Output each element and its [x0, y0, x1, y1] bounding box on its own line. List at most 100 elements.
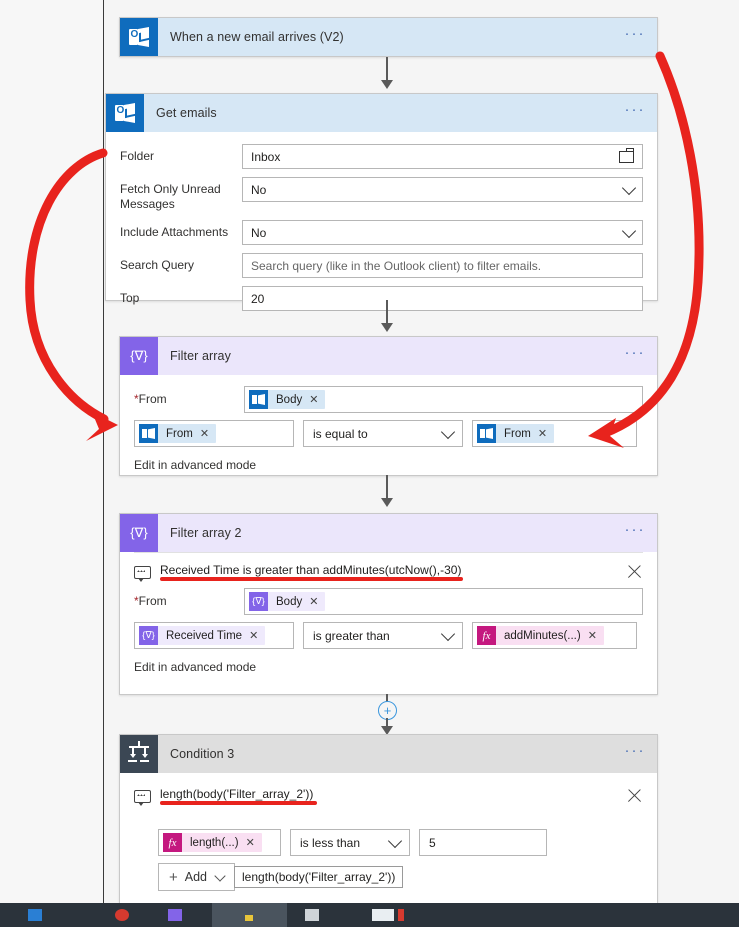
condition-3-left-token[interactable]: fx length(...) ✕ — [158, 829, 281, 856]
card-filter-array-menu-button[interactable]: ··· — [613, 345, 657, 364]
filter-array-advanced-mode-link[interactable]: Edit in advanced mode — [134, 458, 643, 472]
token-remove-icon[interactable]: ✕ — [538, 427, 554, 440]
taskbar-icon-2[interactable] — [115, 909, 129, 921]
filter-array-2-comment-row[interactable]: Received Time is greater than addMinutes… — [134, 559, 643, 582]
token-addminutes[interactable]: fx addMinutes(...) ✕ — [477, 626, 604, 645]
field-folder[interactable]: Folder Inbox — [120, 144, 643, 169]
token-from-left[interactable]: From ✕ — [139, 424, 217, 443]
filter-array-icon: {∇} — [120, 337, 158, 375]
token-body[interactable]: Body ✕ — [249, 390, 326, 409]
field-include-attachments-label: Include Attachments — [120, 225, 229, 239]
chevron-down-icon[interactable] — [387, 833, 403, 848]
token-remove-icon[interactable]: ✕ — [246, 836, 262, 849]
comment-icon — [134, 790, 151, 806]
field-top-label: Top — [120, 291, 140, 305]
taskbar-icon-6[interactable] — [372, 909, 394, 921]
chevron-down-icon[interactable] — [214, 869, 226, 882]
taskbar-icon-1[interactable] — [28, 909, 42, 921]
filter-array-condition-row[interactable]: From ✕ is equal to From ✕ — [134, 420, 643, 447]
field-top[interactable]: Top 20 — [120, 286, 643, 311]
chevron-down-icon[interactable] — [621, 180, 637, 195]
add-button[interactable]: + Add — [158, 863, 236, 891]
connector-arrowhead — [381, 80, 393, 89]
field-search-query[interactable]: Search Query Search query (like in the O… — [120, 253, 643, 278]
field-search-query-input[interactable]: Search query (like in the Outlook client… — [242, 253, 643, 278]
card-get-emails-title: Get emails — [156, 106, 217, 120]
filter-array-2-comment-text: Received Time is greater than addMinutes… — [151, 563, 464, 581]
field-top-input[interactable]: 20 — [242, 286, 643, 311]
token-remove-icon[interactable]: ✕ — [249, 629, 265, 642]
field-from-2-token-box[interactable]: {∇} Body ✕ — [244, 588, 643, 615]
field-folder-label: Folder — [120, 149, 155, 163]
token-remove-icon[interactable]: ✕ — [309, 595, 325, 608]
condition-3-value-input[interactable]: 5 — [419, 829, 547, 856]
condition-3-comment-close-button[interactable] — [626, 787, 643, 804]
card-trigger-menu-button[interactable]: ··· — [613, 26, 657, 45]
condition-3-operator-dropdown[interactable]: is less than — [290, 829, 410, 856]
card-trigger-title: When a new email arrives (V2) — [170, 30, 344, 44]
chevron-down-icon[interactable] — [440, 424, 456, 439]
chevron-down-icon[interactable] — [440, 626, 456, 641]
card-get-emails-header[interactable]: Get emails ··· — [106, 94, 657, 132]
card-trigger-header[interactable]: When a new email arrives (V2) ··· — [120, 18, 657, 56]
card-filter-array-2[interactable]: {∇} Filter array 2 ··· Received Time is … — [119, 513, 658, 695]
card-get-emails-menu-button[interactable]: ··· — [613, 102, 657, 121]
filter-array-operator-dropdown[interactable]: is equal to — [303, 420, 463, 447]
fx-icon: fx — [163, 833, 182, 852]
card-condition-3-menu-button[interactable]: ··· — [613, 743, 657, 762]
token-body-2[interactable]: {∇} Body ✕ — [249, 592, 326, 611]
field-from-2[interactable]: *From {∇} Body ✕ — [134, 588, 643, 615]
field-from[interactable]: *From Body ✕ — [134, 386, 643, 413]
canvas-left-gutter — [0, 0, 104, 903]
field-include-attachments[interactable]: Include Attachments No — [120, 220, 643, 245]
connector-arrowhead — [381, 323, 393, 332]
token-remove-icon[interactable]: ✕ — [309, 393, 325, 406]
card-condition-3-header[interactable]: Condition 3 ··· — [120, 735, 657, 773]
card-filter-array[interactable]: {∇} Filter array ··· *From Body ✕ From ✕… — [119, 336, 658, 476]
taskbar-icon-5[interactable] — [305, 909, 319, 921]
canvas-right-gutter — [657, 0, 739, 903]
token-received-time[interactable]: {∇} Received Time ✕ — [139, 626, 266, 645]
filter-array-2-comment-close-button[interactable] — [626, 563, 643, 580]
card-filter-array-header[interactable]: {∇} Filter array ··· — [120, 337, 657, 375]
card-trigger[interactable]: When a new email arrives (V2) ··· — [119, 17, 658, 57]
field-fetch-unread[interactable]: Fetch Only Unread Messages No — [120, 177, 643, 212]
token-from-right[interactable]: From ✕ — [477, 424, 555, 443]
token-length-label: length(...) — [190, 836, 239, 849]
card-filter-array-2-menu-button[interactable]: ··· — [613, 522, 657, 541]
filter-array-2-operator-value: is greater than — [313, 628, 390, 643]
folder-icon[interactable] — [619, 147, 635, 163]
field-fetch-unread-dropdown[interactable]: No — [242, 177, 643, 202]
filter-array-right-token[interactable]: From ✕ — [472, 420, 637, 447]
card-filter-array-title: Filter array — [170, 349, 231, 363]
field-folder-input[interactable]: Inbox — [242, 144, 643, 169]
token-remove-icon[interactable]: ✕ — [200, 427, 216, 440]
condition-3-comment-row[interactable]: length(body('Filter_array_2')) — [134, 783, 643, 806]
flow-canvas[interactable]: When a new email arrives (V2) ··· Get em… — [0, 0, 739, 903]
taskbar-icon-7[interactable] — [398, 909, 404, 921]
filter-array-icon: {∇} — [249, 592, 268, 611]
condition-icon — [120, 735, 158, 773]
token-body-label: Body — [276, 393, 303, 406]
card-filter-array-2-header[interactable]: {∇} Filter array 2 ··· — [120, 514, 657, 552]
token-remove-icon[interactable]: ✕ — [588, 629, 604, 642]
filter-array-left-token[interactable]: From ✕ — [134, 420, 294, 447]
filter-array-2-advanced-mode-link[interactable]: Edit in advanced mode — [134, 660, 643, 674]
condition-3-condition-row[interactable]: fx length(...) ✕ is less than 5 — [158, 829, 643, 856]
token-length[interactable]: fx length(...) ✕ — [163, 833, 262, 852]
windows-taskbar[interactable] — [0, 903, 739, 927]
field-include-attachments-dropdown[interactable]: No — [242, 220, 643, 245]
field-fetch-unread-value: No — [251, 182, 267, 197]
condition-3-operator-value: is less than — [300, 835, 361, 850]
taskbar-icon-4[interactable] — [245, 915, 253, 921]
field-from-token-box[interactable]: Body ✕ — [244, 386, 643, 413]
chevron-down-icon[interactable] — [621, 223, 637, 238]
filter-array-2-left-token[interactable]: {∇} Received Time ✕ — [134, 622, 294, 649]
field-fetch-unread-label: Fetch Only Unread Messages — [120, 182, 221, 211]
filter-array-2-condition-row[interactable]: {∇} Received Time ✕ is greater than fx a… — [134, 622, 643, 649]
filter-array-2-operator-dropdown[interactable]: is greater than — [303, 622, 463, 649]
taskbar-icon-3[interactable] — [168, 909, 182, 921]
filter-array-2-right-token[interactable]: fx addMinutes(...) ✕ — [472, 622, 637, 649]
card-get-emails[interactable]: Get emails ··· Folder Inbox Fetch Only U… — [105, 93, 658, 311]
card-condition-3-title: Condition 3 — [170, 747, 235, 761]
